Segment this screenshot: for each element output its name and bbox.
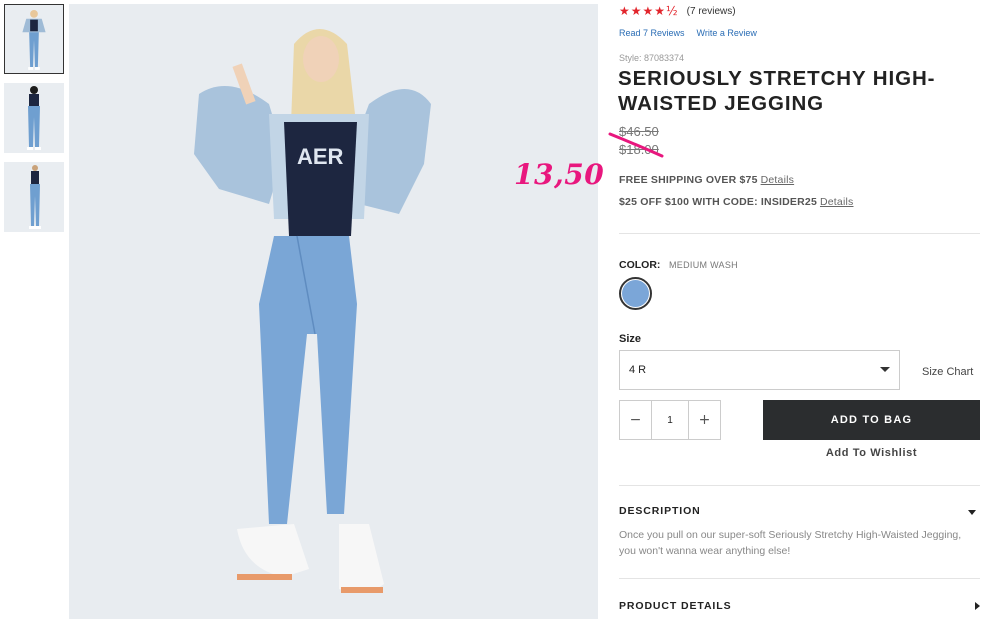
add-to-wishlist-link[interactable]: Add To Wishlist (763, 447, 980, 459)
style-number: Style: 87083374 (619, 53, 685, 63)
chevron-down-icon (880, 367, 890, 372)
promo-details-link[interactable]: Details (761, 174, 795, 186)
promo-free-shipping: FREE SHIPPING OVER $75 Details (619, 174, 794, 186)
review-links: Read 7 Reviews Write a Review (619, 28, 757, 38)
color-label: COLOR: (619, 259, 661, 271)
divider (619, 578, 980, 579)
divider (619, 233, 980, 234)
promo-text: FREE SHIPPING OVER $75 (619, 174, 758, 186)
read-reviews-link[interactable]: Read 7 Reviews (619, 28, 685, 38)
size-chart-link[interactable]: Size Chart (922, 366, 973, 378)
thumbnail-image (5, 5, 63, 73)
thumbnail-image (4, 83, 64, 153)
quantity-stepper: − 1 + (619, 400, 721, 440)
add-to-bag-button[interactable]: ADD TO BAG (763, 400, 980, 440)
thumbnail-front-jacket[interactable] (4, 4, 64, 74)
svg-text:AER: AER (297, 144, 344, 169)
divider (619, 485, 980, 486)
model-photo: AER (69, 4, 598, 619)
thumbnail-image (4, 162, 64, 232)
handwritten-price-annotation: 13,50 (514, 158, 605, 191)
review-count: (7 reviews) (686, 5, 736, 17)
caret-right-icon[interactable] (975, 602, 980, 610)
increase-quantity-button[interactable]: + (689, 401, 720, 439)
rating-row: ★★★★½ (7 reviews) (619, 4, 736, 18)
thumbnail-side[interactable] (4, 162, 64, 232)
write-review-link[interactable]: Write a Review (697, 28, 757, 38)
size-label: Size (619, 333, 642, 345)
color-swatch-medium-wash[interactable] (619, 277, 652, 310)
star-rating-icon: ★★★★½ (619, 4, 679, 18)
caret-down-icon[interactable] (968, 510, 976, 515)
swatch-fill (622, 280, 649, 307)
promo-text: $25 OFF $100 WITH CODE: INSIDER25 (619, 196, 817, 208)
promo-code-offer: $25 OFF $100 WITH CODE: INSIDER25 Details (619, 196, 853, 208)
description-text: Once you pull on our super-soft Seriousl… (619, 529, 962, 557)
size-dropdown[interactable]: 4 R (619, 350, 900, 390)
promo-details-link[interactable]: Details (820, 196, 854, 208)
thumbnail-back[interactable] (4, 83, 64, 153)
color-value: MEDIUM WASH (669, 260, 738, 270)
description-heading[interactable]: DESCRIPTION (619, 505, 701, 517)
product-title: SERIOUSLY STRETCHY HIGH-WAISTED JEGGING (618, 67, 936, 115)
product-main-image: AER (69, 4, 598, 619)
quantity-input[interactable]: 1 (651, 401, 689, 439)
product-details-heading[interactable]: PRODUCT DETAILS (619, 600, 731, 612)
decrease-quantity-button[interactable]: − (620, 401, 651, 439)
handwritten-strike-mark (608, 132, 664, 158)
size-selected-value: 4 R (629, 364, 647, 376)
